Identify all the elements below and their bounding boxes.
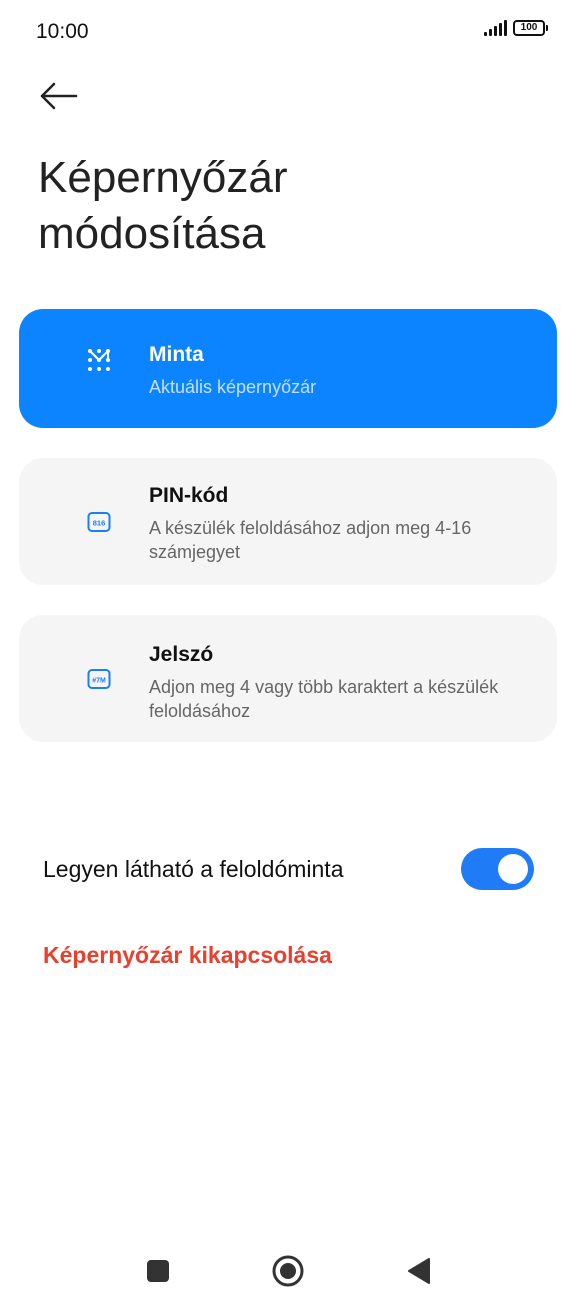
pattern-icon	[88, 349, 110, 371]
pin-icon-text: 816	[93, 519, 106, 528]
pin-icon: 816	[87, 512, 111, 532]
navigation-bar	[0, 1240, 577, 1300]
status-time: 10:00	[36, 20, 89, 43]
nav-back-button[interactable]	[402, 1254, 436, 1288]
toggle-knob	[498, 854, 528, 884]
arrow-left-icon	[40, 82, 78, 110]
option-description: Adjon meg 4 vagy több karaktert a készül…	[149, 677, 499, 721]
option-pin[interactable]: 816 PIN-kód A készülék feloldásához adjo…	[19, 458, 557, 585]
option-title: Jelszó	[149, 643, 214, 666]
status-bar: 10:00 100	[0, 0, 577, 64]
option-password[interactable]: #7M Jelszó Adjon meg 4 vagy több karakte…	[19, 615, 557, 742]
option-pattern[interactable]: Minta Aktuális képernyőzár	[19, 309, 557, 428]
page-title: Képernyőzár módosítása	[38, 153, 288, 258]
option-description: A készülék feloldásához adjon meg 4-16 s…	[149, 518, 472, 562]
password-icon-text: #7M	[92, 678, 106, 685]
disable-lock-button[interactable]: Képernyőzár kikapcsolása	[43, 942, 332, 969]
option-title: PIN-kód	[149, 484, 229, 507]
visible-pattern-toggle[interactable]	[461, 848, 534, 890]
home-button[interactable]	[271, 1254, 305, 1288]
battery-icon: 100	[513, 20, 548, 36]
option-description: Aktuális képernyőzár	[149, 377, 317, 397]
visible-pattern-label: Legyen látható a feloldóminta	[43, 856, 344, 882]
battery-level: 100	[520, 22, 538, 33]
recents-button[interactable]	[141, 1254, 175, 1288]
visible-pattern-row[interactable]: Legyen látható a feloldóminta	[0, 838, 577, 900]
option-title: Minta	[149, 343, 204, 366]
triangle-left-icon	[408, 1258, 430, 1284]
square-icon	[147, 1260, 169, 1282]
signal-icon	[484, 20, 507, 36]
status-icons: 100	[484, 20, 548, 36]
back-button[interactable]	[36, 76, 80, 116]
password-icon: #7M	[87, 669, 111, 689]
circle-icon	[272, 1255, 304, 1287]
